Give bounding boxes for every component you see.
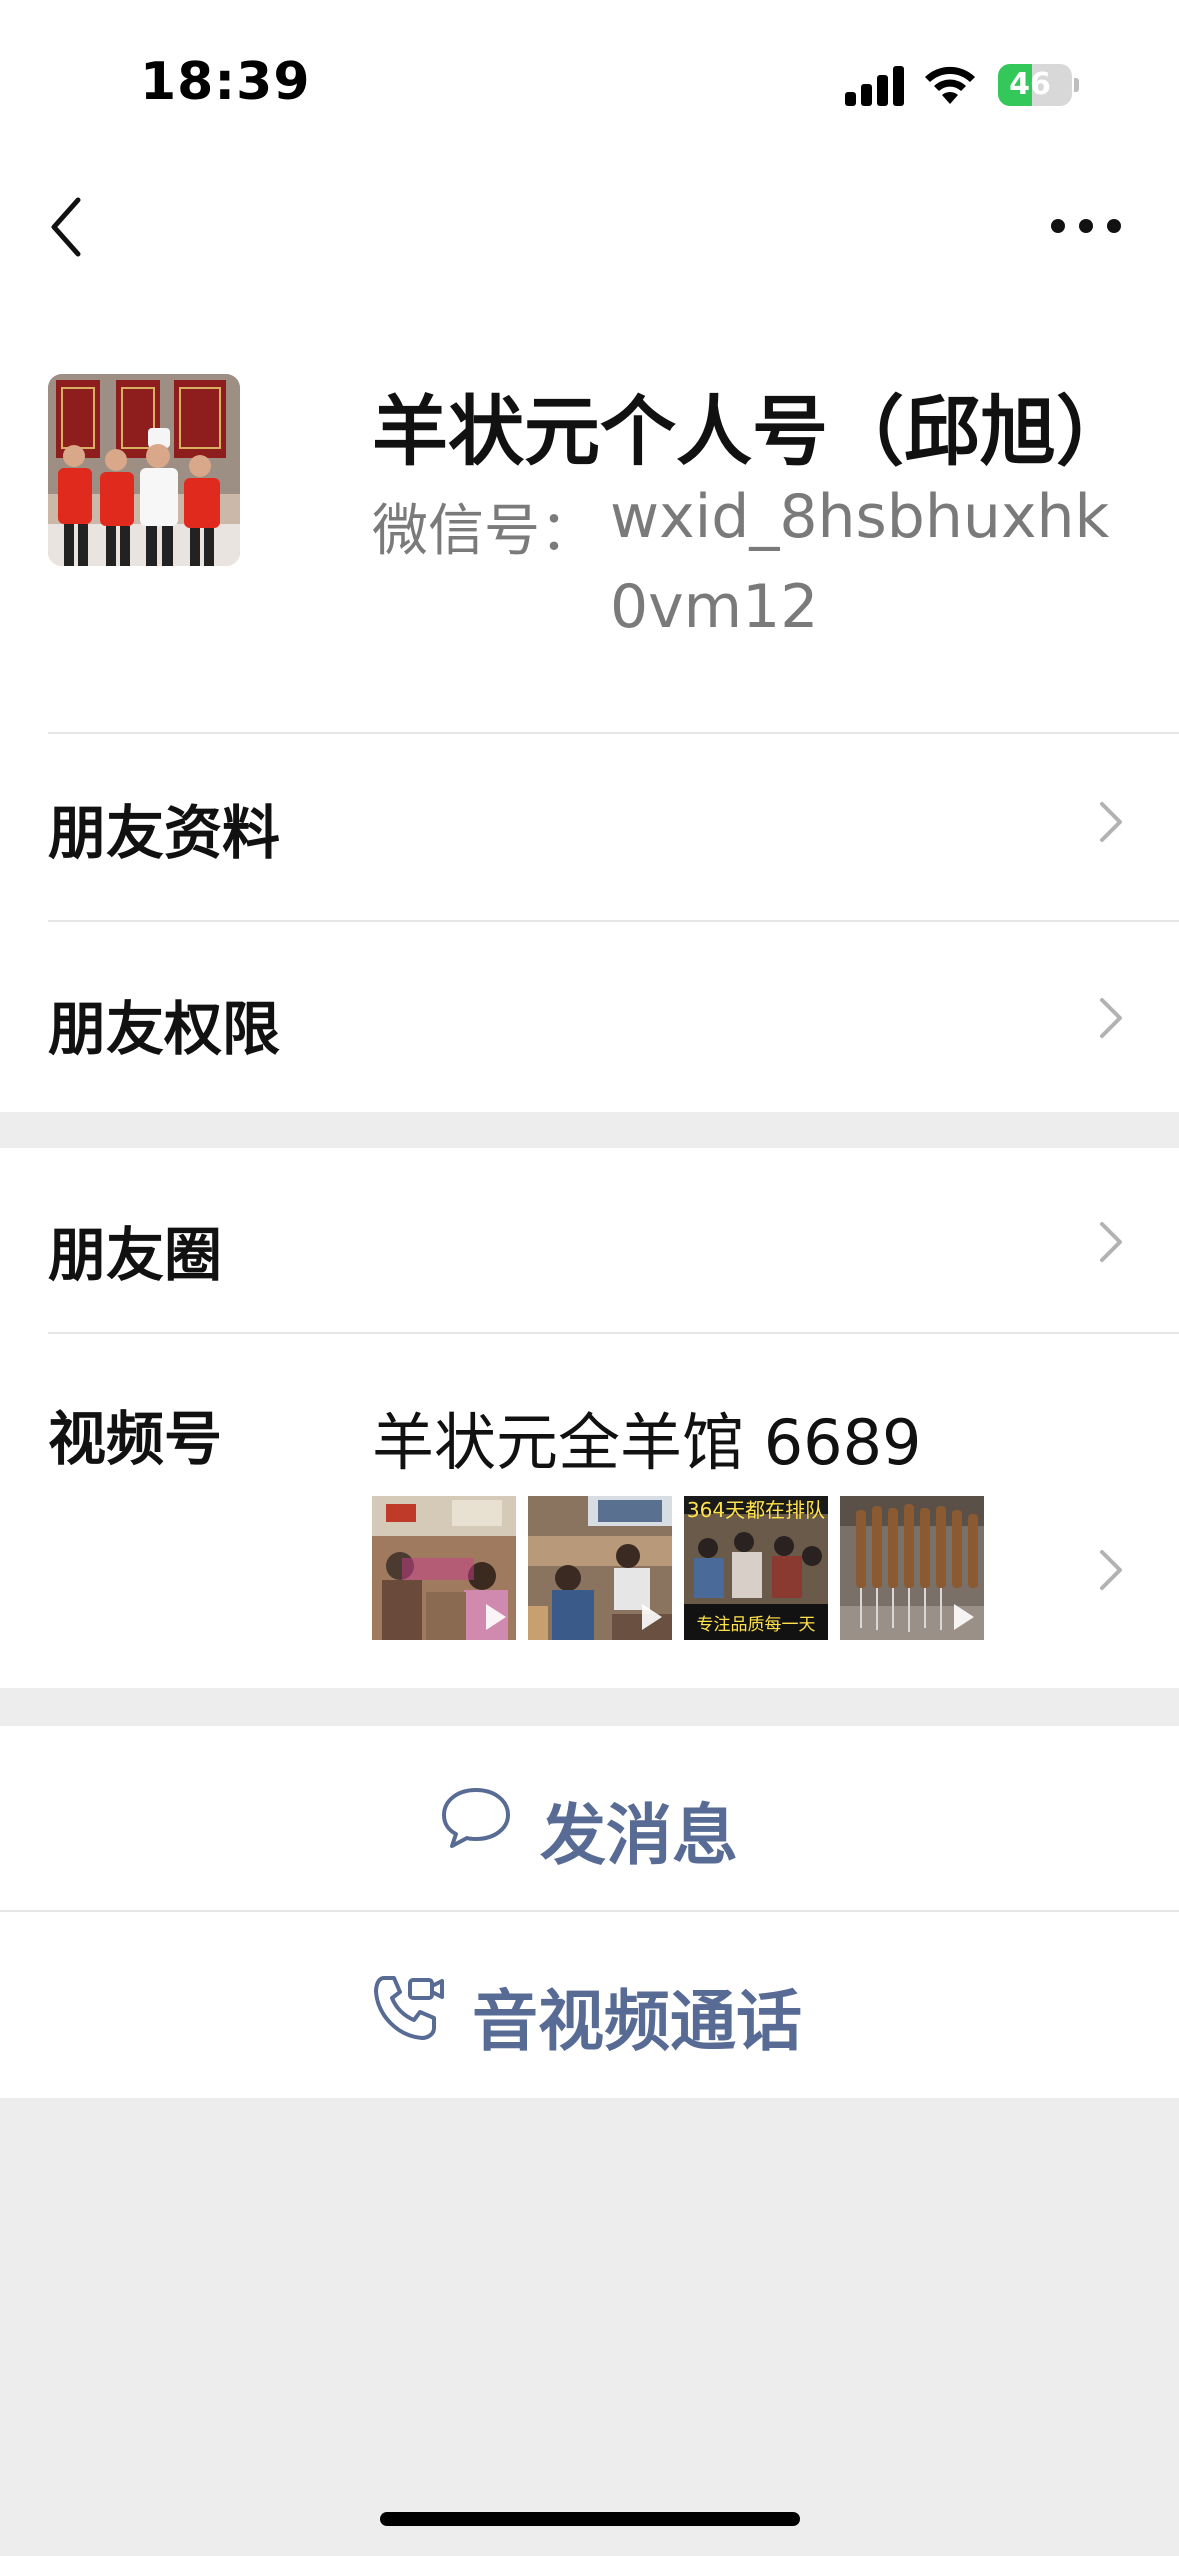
friend-info-row[interactable]: 朋友资料 [0,734,1179,922]
audio-video-call-button[interactable]: 音视频通话 [0,1912,1179,2098]
status-bar: 18:39 46 [0,0,1179,170]
chevron-right-icon [1100,1222,1122,1262]
moments-row[interactable]: 朋友圈 [0,1148,1179,1334]
contact-name: 羊状元个人号（邱旭） [372,387,1132,476]
channel-video-thumbnail[interactable] [840,1496,984,1640]
wechat-id-label: 微信号： [372,499,596,564]
play-icon [486,1604,506,1630]
cellular-signal-icon [845,64,905,106]
send-message-button[interactable]: 发消息 [0,1726,1179,1912]
profile-header: 羊状元个人号（邱旭） 微信号： wxid_8hsbhuxhk0vm12 [0,290,1179,734]
battery-percentage: 46 [1009,67,1051,102]
chat-bubble-icon [442,1788,510,1848]
channels-label: 视频号 [48,1405,223,1473]
audio-video-call-label: 音视频通话 [472,1983,802,2060]
play-icon [954,1604,974,1630]
channels-row[interactable]: 视频号 羊状元全羊馆 6689 364天都在排队 专注品质每一天 [0,1334,1179,1688]
channel-video-thumbnail[interactable] [372,1496,516,1640]
chevron-right-icon [1100,802,1122,842]
wechat-id-value[interactable]: wxid_8hsbhuxhk0vm12 [610,472,1130,652]
home-indicator [380,2512,800,2526]
more-dots-icon[interactable] [1050,216,1122,236]
channel-name: 羊状元全羊馆 6689 [372,1406,922,1479]
navigation-bar [0,170,1179,290]
battery-icon: 46 [998,64,1080,106]
send-message-label: 发消息 [540,1797,738,1874]
thumbnail-caption-top: 364天都在排队 [686,1498,826,1522]
avatar[interactable] [48,374,240,566]
chevron-right-icon [1100,1550,1122,1590]
contact-profile-page: 18:39 46 羊状元个人号（邱旭） 微信号： wxid_8hsbhuxhk0… [0,0,1179,2556]
phone-video-call-icon [374,1976,444,2040]
moments-label: 朋友圈 [48,1221,223,1289]
friend-info-label: 朋友资料 [48,799,281,867]
play-icon [642,1604,662,1630]
friend-permissions-label: 朋友权限 [48,995,281,1063]
chevron-right-icon [1100,998,1122,1038]
thumbnail-caption-bottom: 专注品质每一天 [696,1615,816,1635]
wifi-icon [925,66,975,104]
status-time: 18:39 [140,52,311,112]
chevron-left-icon[interactable] [44,194,92,260]
channel-video-thumbnail[interactable]: 364天都在排队 专注品质每一天 [684,1496,828,1640]
channel-video-thumbnail[interactable] [528,1496,672,1640]
friend-permissions-row[interactable]: 朋友权限 [0,922,1179,1112]
